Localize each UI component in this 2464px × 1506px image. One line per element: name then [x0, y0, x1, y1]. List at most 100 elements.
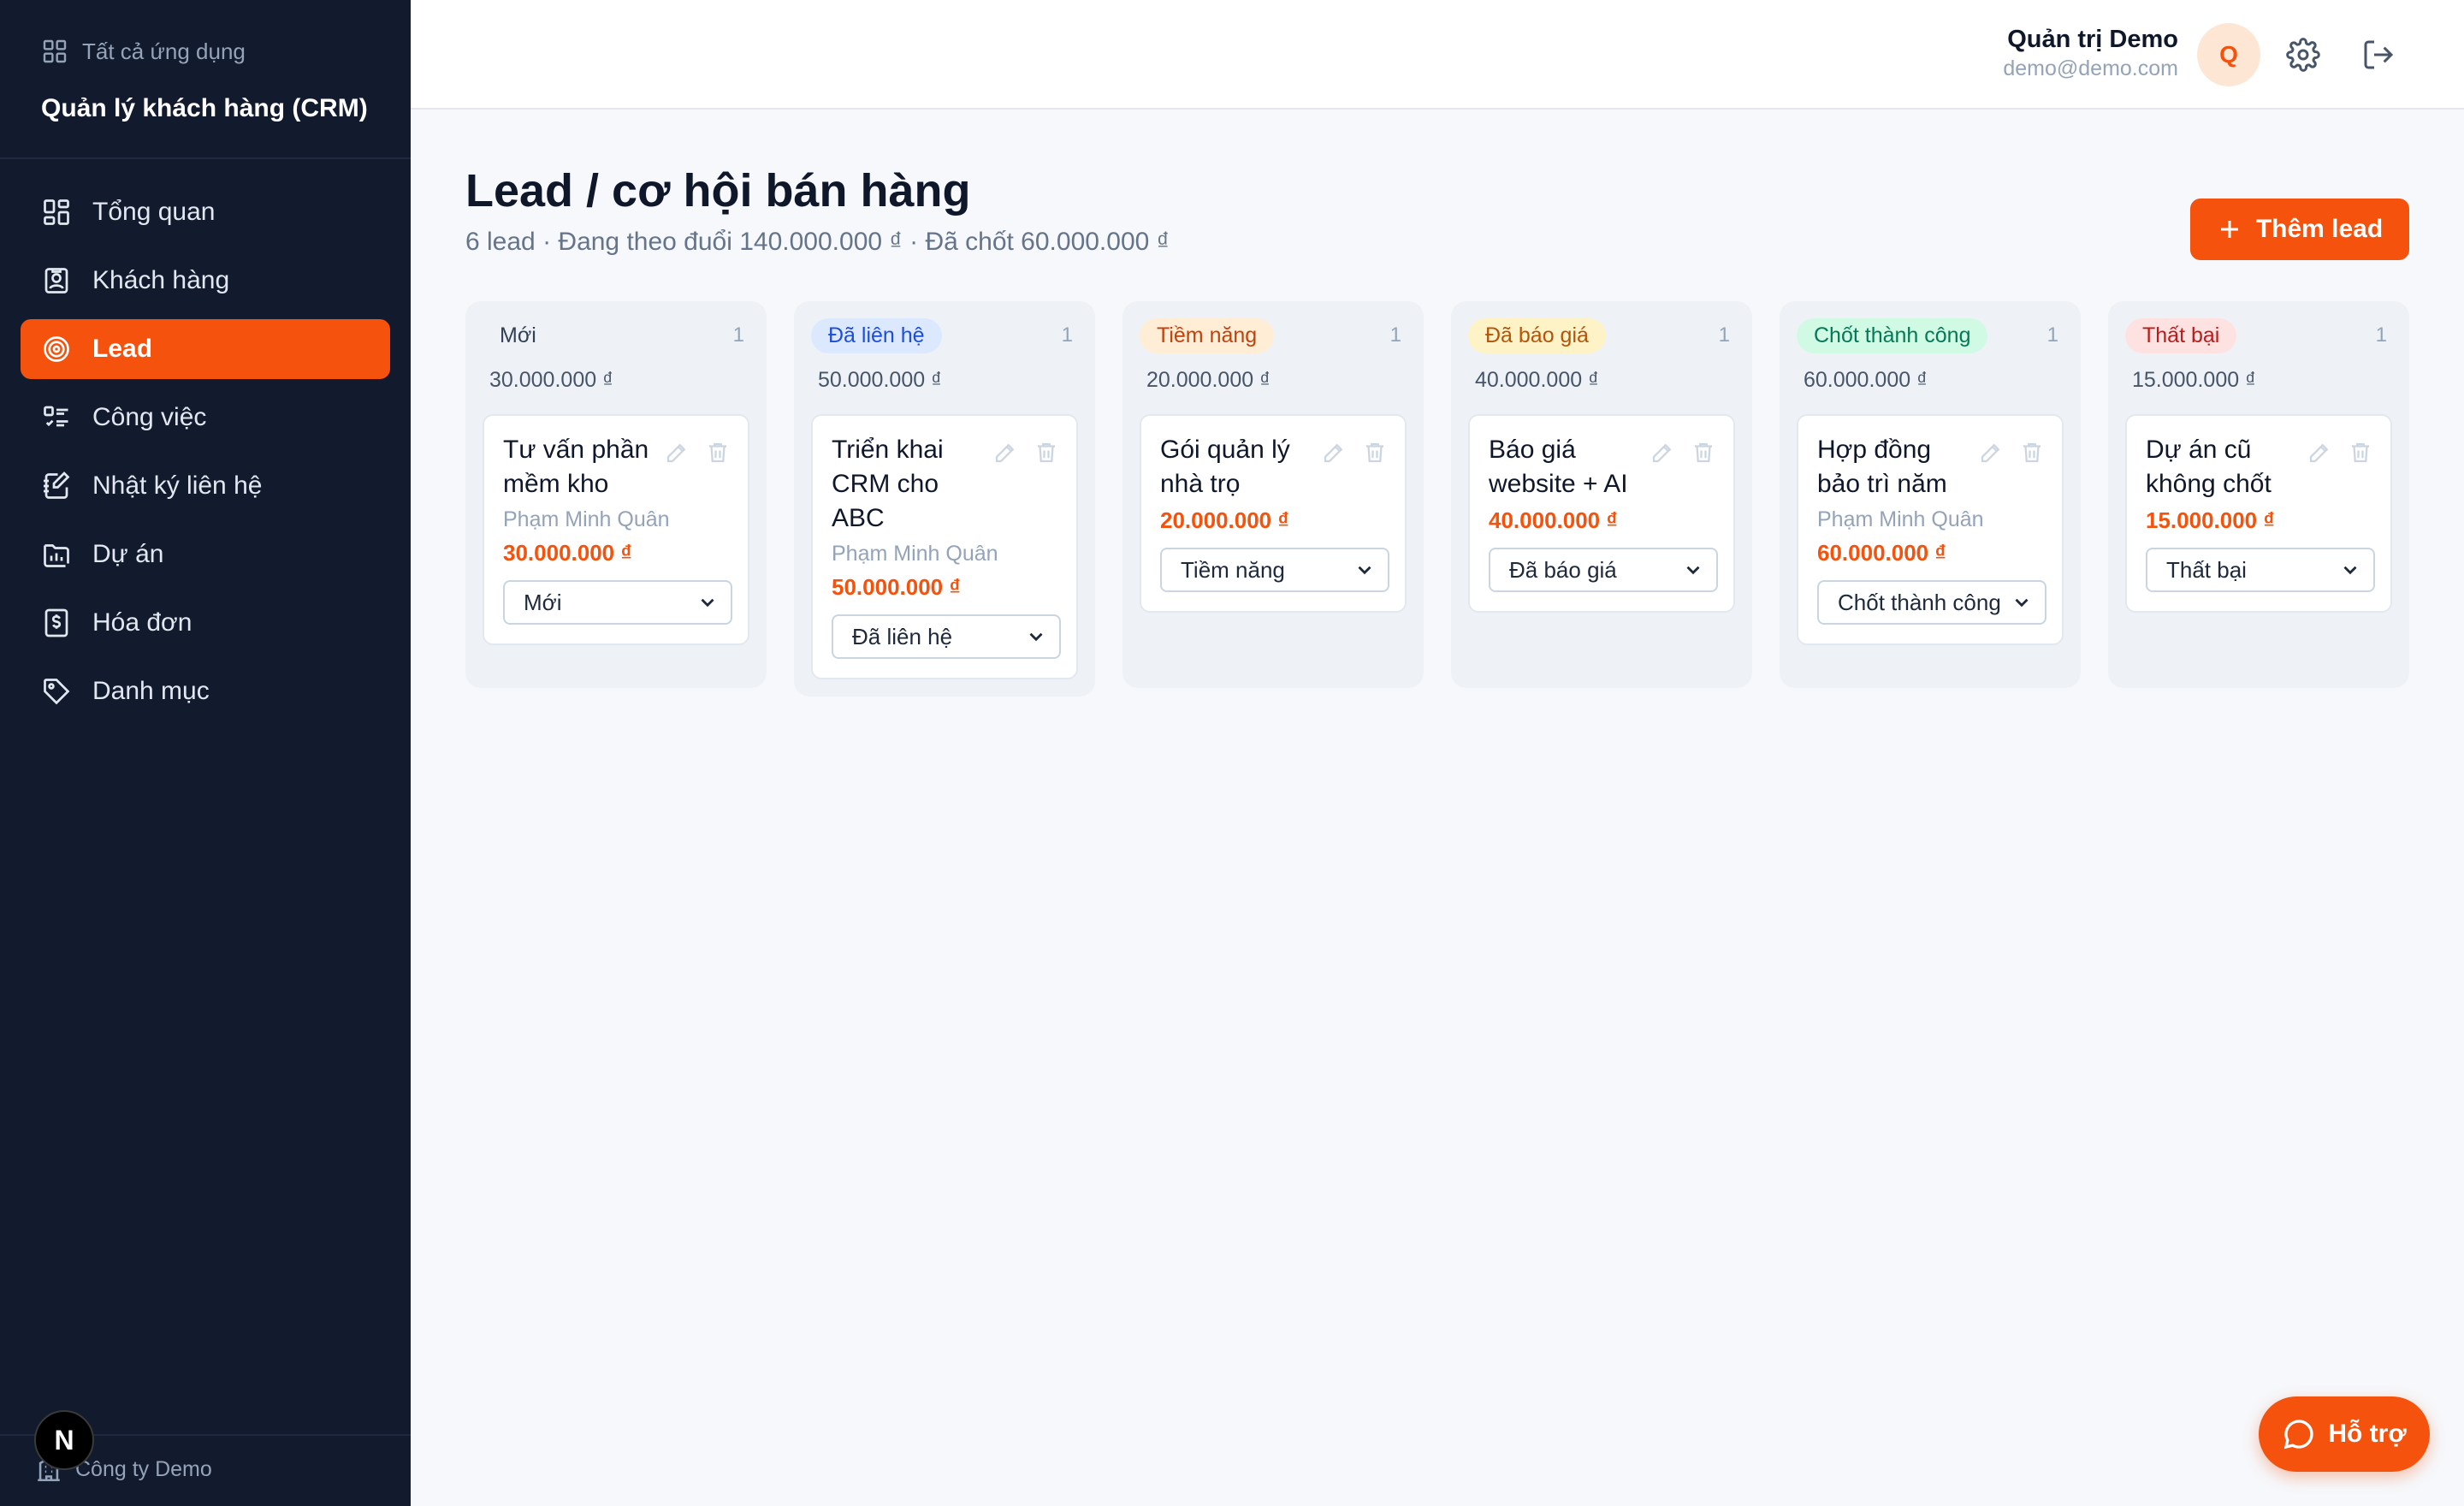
column-total: 15.000.000 ₫	[2132, 368, 2256, 392]
sidebar-item-overview[interactable]: Tổng quan	[21, 182, 390, 242]
stage-badge: Mới	[483, 317, 554, 353]
sidebar-item-lead[interactable]: Lead	[21, 319, 390, 379]
trash-icon[interactable]	[1362, 440, 1388, 465]
lead-owner: Phạm Minh Quân	[503, 507, 670, 531]
lead-card[interactable]: Báo giá website + AI 40.000.000 ₫ Đã báo…	[1468, 414, 1735, 613]
chevron-down-icon	[701, 598, 714, 608]
edit-icon[interactable]	[664, 440, 690, 465]
page-summary: 6 lead · Đang theo đuổi 140.000.000 ₫ · …	[465, 228, 1170, 256]
dev-indicator-badge[interactable]: N	[34, 1410, 94, 1470]
sidebar-item-label: Danh mục	[92, 677, 210, 705]
top-bar: Quản trị Demo demo@demo.com	[411, 0, 2464, 110]
all-apps-link[interactable]: Tất cả ứng dụng	[41, 34, 246, 68]
task-list-icon	[44, 406, 68, 427]
lead-card[interactable]: Hợp đồng bảo trì năm Phạm Minh Quân 60.0…	[1797, 414, 2064, 645]
edit-icon[interactable]	[1650, 440, 1675, 465]
column-header: Chốt thành công 1	[1797, 317, 2064, 354]
lead-owner: Phạm Minh Quân	[832, 542, 998, 566]
lead-card[interactable]: Dự án cũ không chốt 15.000.000 ₫ Thất bạ…	[2125, 414, 2392, 613]
sidebar-item-label: Hóa đơn	[92, 608, 192, 637]
app-title: Quản lý khách hàng (CRM)	[41, 94, 368, 122]
sidebar-nav: Tổng quan Khách hàng Lead Công việc Nhật…	[21, 182, 390, 730]
sidebar-item-tasks[interactable]: Công việc	[21, 388, 390, 448]
stage-select-value: Tiềm năng	[1181, 556, 1285, 583]
column-da-lien-he: Đã liên hệ 1 50.000.000 ₫ Triển khai CRM…	[794, 301, 1095, 697]
chevron-down-icon	[2343, 566, 2357, 575]
column-total: 50.000.000 ₫	[818, 368, 942, 392]
gear-icon[interactable]	[2286, 38, 2320, 72]
sidebar-item-label: Dự án	[92, 540, 164, 568]
sidebar-item-projects[interactable]: Dự án	[21, 525, 390, 584]
column-header: Mới 1	[483, 317, 749, 354]
edit-icon[interactable]	[1321, 440, 1347, 465]
trash-icon[interactable]	[705, 440, 731, 465]
edit-icon[interactable]	[992, 440, 1018, 465]
chevron-down-icon	[2015, 598, 2029, 608]
sidebar-item-label: Công việc	[92, 403, 207, 431]
stage-select-value: Đã liên hệ	[852, 623, 953, 649]
sidebar-item-contact-log[interactable]: Nhật ký liên hệ	[21, 456, 390, 516]
sidebar-item-label: Khách hàng	[92, 266, 230, 294]
column-moi: Mới 1 30.000.000 ₫ Tư vấn phần mềm kho P…	[465, 301, 767, 688]
chevron-down-icon	[1686, 566, 1700, 575]
sidebar-item-invoices[interactable]: Hóa đơn	[21, 593, 390, 653]
edit-icon[interactable]	[2307, 440, 2332, 465]
user-name: Quản trị Demo	[2007, 26, 2178, 53]
lead-card[interactable]: Gói quản lý nhà trọ 20.000.000 ₫ Tiềm nă…	[1140, 414, 1407, 613]
column-count: 1	[1389, 323, 1401, 347]
avatar[interactable]: Q	[2197, 23, 2260, 86]
trash-icon[interactable]	[1034, 440, 1059, 465]
plus-icon	[2220, 221, 2238, 238]
company-name: Công ty Demo	[75, 1456, 212, 1481]
stage-select[interactable]: Mới	[503, 580, 732, 625]
column-total: 30.000.000 ₫	[489, 368, 613, 392]
help-label: Hỗ trợ	[2328, 1420, 2407, 1448]
column-count: 1	[732, 323, 744, 347]
trash-icon[interactable]	[2348, 440, 2373, 465]
user-info: Quản trị Demo demo@demo.com	[2003, 24, 2178, 82]
sidebar: Tất cả ứng dụng Quản lý khách hàng (CRM)…	[0, 0, 411, 1506]
sidebar-item-customers[interactable]: Khách hàng	[21, 251, 390, 311]
sidebar-item-label: Lead	[92, 335, 153, 363]
lead-title: Tư vấn phần mềm kho	[503, 436, 649, 498]
lead-value: 20.000.000 ₫	[1160, 507, 1289, 533]
lead-value: 15.000.000 ₫	[2146, 507, 2275, 533]
lead-value: 40.000.000 ₫	[1489, 507, 1618, 533]
lead-value: 60.000.000 ₫	[1817, 540, 1946, 566]
trash-icon[interactable]	[2019, 440, 2045, 465]
help-button[interactable]: Hỗ trợ	[2259, 1396, 2430, 1472]
column-that-bai: Thất bại 1 15.000.000 ₫ Dự án cũ không c…	[2108, 301, 2409, 688]
stage-select[interactable]: Thất bại	[2146, 548, 2375, 592]
lead-title: Gói quản lý nhà trọ	[1160, 436, 1290, 498]
contact-card-icon	[44, 268, 68, 293]
stage-badge: Đã liên hệ	[811, 317, 942, 353]
notebook-icon	[44, 471, 70, 499]
lead-card[interactable]: Triển khai CRM cho ABC Phạm Minh Quân 50…	[811, 414, 1078, 679]
stage-select[interactable]: Đã liên hệ	[832, 614, 1061, 659]
edit-icon[interactable]	[1978, 440, 2004, 465]
lead-card[interactable]: Tư vấn phần mềm kho Phạm Minh Quân 30.00…	[483, 414, 749, 645]
chat-bubble-icon	[2284, 1420, 2313, 1450]
lead-title: Hợp đồng bảo trì năm	[1817, 436, 1947, 498]
trash-icon[interactable]	[1691, 440, 1716, 465]
stage-badge: Thất bại	[2125, 317, 2237, 353]
target-icon	[44, 336, 69, 362]
stage-select[interactable]: Đã báo giá	[1489, 548, 1718, 592]
column-total: 20.000.000 ₫	[1146, 368, 1270, 392]
lead-owner: Phạm Minh Quân	[1817, 507, 1984, 531]
stage-select[interactable]: Chốt thành công	[1817, 580, 2046, 625]
column-count: 1	[2046, 323, 2058, 347]
stage-select-value: Thất bại	[2166, 556, 2247, 583]
lead-value: 30.000.000 ₫	[503, 540, 632, 566]
kanban-board: Mới 1 30.000.000 ₫ Tư vấn phần mềm kho P…	[465, 301, 2409, 697]
stage-select[interactable]: Tiềm năng	[1160, 548, 1389, 592]
tag-icon	[44, 679, 70, 705]
sidebar-item-categories[interactable]: Danh mục	[21, 661, 390, 721]
column-tiem-nang: Tiềm năng 1 20.000.000 ₫ Gói quản lý nhà…	[1122, 301, 1424, 688]
sidebar-item-label: Nhật ký liên hệ	[92, 471, 263, 500]
add-lead-button[interactable]: Thêm lead	[2190, 199, 2409, 260]
stage-badge: Đã báo giá	[1468, 317, 1606, 353]
logout-icon[interactable]	[2361, 38, 2396, 72]
column-total: 60.000.000 ₫	[1804, 368, 1928, 392]
stage-select-value: Đã báo giá	[1509, 556, 1617, 583]
